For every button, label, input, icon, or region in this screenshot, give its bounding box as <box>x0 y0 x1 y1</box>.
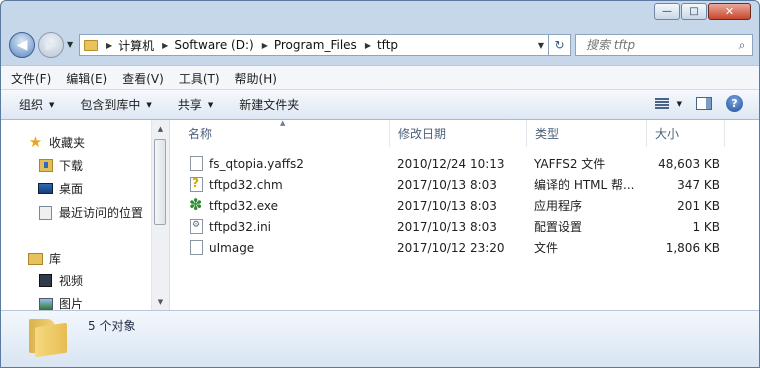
minimize-icon: — <box>662 5 672 17</box>
menu-edit[interactable]: 编辑(E) <box>66 70 107 87</box>
file-row[interactable]: tftpd32.chm 2017/10/13 8:03 编译的 HTML 帮..… <box>170 174 759 195</box>
close-icon: ✕ <box>724 5 735 18</box>
organize-button[interactable]: 组织 ▼ <box>19 96 54 113</box>
menu-tools[interactable]: 工具(T) <box>179 70 220 87</box>
address-history-dropdown[interactable]: ▼ <box>534 41 548 50</box>
generic-file-icon <box>190 240 203 255</box>
breadcrumb-separator-icon: ▶ <box>106 40 113 50</box>
back-arrow-icon: ◀ <box>16 37 28 53</box>
search-icon[interactable]: ⌕ <box>732 38 752 53</box>
refresh-icon: ↻ <box>554 38 565 52</box>
breadcrumb-program-files[interactable]: ▶ Program_Files <box>254 38 357 52</box>
share-button[interactable]: 共享 ▼ <box>178 96 213 113</box>
scroll-up-icon[interactable]: ▲ <box>152 120 169 137</box>
new-folder-button[interactable]: 新建文件夹 <box>239 96 299 113</box>
nav-videos[interactable]: 视频 <box>38 272 83 289</box>
change-view-button[interactable]: ▼ <box>654 97 682 110</box>
forward-arrow-icon: ▶ <box>45 37 57 53</box>
breadcrumb-computer[interactable]: ▶ 计算机 <box>98 37 154 54</box>
file-row[interactable]: tftpd32.ini 2017/10/13 8:03 配置设置 1 KB <box>170 216 759 237</box>
scrollbar-thumb[interactable] <box>154 139 166 225</box>
menu-file[interactable]: 文件(F) <box>11 70 51 87</box>
details-pane: 5 个对象 <box>1 310 759 367</box>
file-list: ▲ 名称 修改日期 类型 大小 fs_qtopia.yaffs2 2010/12… <box>170 119 759 310</box>
menu-help[interactable]: 帮助(H) <box>235 70 277 87</box>
close-button[interactable]: ✕ <box>708 3 751 20</box>
forward-button[interactable]: ▶ <box>38 32 64 58</box>
search-input[interactable] <box>576 37 732 53</box>
help-button[interactable]: ? <box>726 95 743 112</box>
ini-settings-icon <box>190 219 203 234</box>
library-icon <box>28 252 43 265</box>
chm-help-icon <box>190 176 203 192</box>
file-row[interactable]: fs_qtopia.yaffs2 2010/12/24 10:13 YAFFS2… <box>170 153 759 174</box>
breadcrumb-separator-icon: ▶ <box>261 40 268 50</box>
view-controls: ▼ ? <box>641 95 743 112</box>
star-icon: ★ <box>28 133 43 151</box>
downloads-folder-icon <box>38 159 53 172</box>
maximize-icon: □ <box>689 5 699 17</box>
chevron-down-icon: ▼ <box>49 100 55 109</box>
breadcrumb-tftp[interactable]: ▶ tftp <box>357 38 398 52</box>
nav-pictures[interactable]: 图片 <box>38 295 83 310</box>
pictures-library-icon <box>38 297 53 310</box>
scroll-down-icon[interactable]: ▼ <box>152 293 169 310</box>
chevron-down-icon: ▼ <box>676 99 682 108</box>
video-library-icon <box>39 274 52 287</box>
file-row[interactable]: uImage 2017/10/12 23:20 文件 1,806 KB <box>170 237 759 258</box>
column-header: ▲ 名称 修改日期 类型 大小 <box>170 119 759 147</box>
menu-view[interactable]: 查看(V) <box>122 70 164 87</box>
recent-places-icon <box>39 205 52 220</box>
column-date-modified[interactable]: 修改日期 <box>390 120 527 147</box>
generic-file-icon <box>190 156 203 171</box>
preview-pane-button[interactable] <box>696 97 712 110</box>
breadcrumb-separator-icon: ▶ <box>364 40 371 50</box>
address-row: ◀ ▶ ▼ ▶ 计算机 ▶ Software (D:) ▶ Program_Files… <box>9 32 753 60</box>
column-name[interactable]: 名称 <box>180 120 390 147</box>
search-box[interactable]: ⌕ <box>575 34 753 56</box>
preview-pane-icon <box>696 97 712 110</box>
minimize-button[interactable]: — <box>654 3 680 20</box>
exe-app-icon <box>189 195 203 214</box>
column-type[interactable]: 类型 <box>527 120 647 147</box>
maximize-button[interactable]: □ <box>681 3 707 20</box>
nav-downloads[interactable]: 下载 <box>38 157 83 174</box>
menu-bar: 文件(F) 编辑(E) 查看(V) 工具(T) 帮助(H) <box>1 65 759 90</box>
include-in-library-button[interactable]: 包含到库中 ▼ <box>80 96 151 113</box>
address-bar[interactable]: ▶ 计算机 ▶ Software (D:) ▶ Program_Files ▶ tftp… <box>79 34 549 56</box>
file-row[interactable]: tftpd32.exe 2017/10/13 8:03 应用程序 201 KB <box>170 195 759 216</box>
folder-icon <box>84 39 98 51</box>
chevron-down-icon: ▼ <box>146 100 152 109</box>
caption-buttons: — □ ✕ <box>653 3 751 20</box>
back-button[interactable]: ◀ <box>9 32 35 58</box>
nav-recent-places[interactable]: 最近访问的位置 <box>38 204 143 221</box>
breadcrumb-separator-icon: ▶ <box>162 40 169 50</box>
desktop-icon <box>38 183 53 194</box>
item-count: 5 个对象 <box>88 319 136 333</box>
nav-scrollbar[interactable]: ▲ ▼ <box>151 120 169 310</box>
refresh-button[interactable]: ↻ <box>549 34 571 56</box>
folder-icon <box>29 319 69 358</box>
breadcrumb-drive[interactable]: ▶ Software (D:) <box>154 38 254 52</box>
chevron-down-icon: ▼ <box>207 100 214 109</box>
details-view-icon <box>654 97 669 110</box>
navigation-pane: ★ 收藏夹 下载 桌面 最近访问的位置 库 视频 图片 ▲ ▼ <box>1 120 170 310</box>
recent-pages-dropdown[interactable]: ▼ <box>67 40 73 49</box>
nav-favorites[interactable]: ★ 收藏夹 <box>28 134 85 151</box>
command-toolbar: 组织 ▼ 包含到库中 ▼ 共享 ▼ 新建文件夹 ▼ ? <box>1 89 759 120</box>
help-icon: ? <box>726 95 743 112</box>
nav-desktop[interactable]: 桌面 <box>38 180 83 197</box>
nav-libraries[interactable]: 库 <box>28 250 61 267</box>
explorer-window: — □ ✕ ◀ ▶ ▼ ▶ 计算机 ▶ Software (D:) ▶ Program… <box>0 0 760 368</box>
column-size[interactable]: 大小 <box>647 120 725 147</box>
